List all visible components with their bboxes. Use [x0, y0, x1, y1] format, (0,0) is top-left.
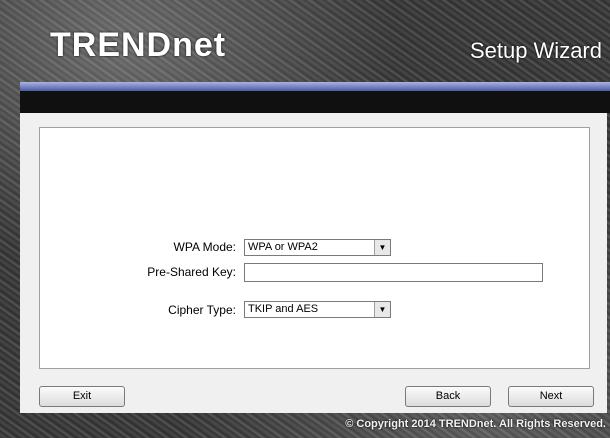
cipher-type-label: Cipher Type:: [168, 303, 236, 317]
back-button[interactable]: Back: [405, 386, 491, 407]
exit-button[interactable]: Exit: [39, 386, 125, 407]
chevron-down-icon[interactable]: ▼: [374, 302, 390, 317]
wpa-mode-select[interactable]: WPA or WPA2 ▼: [244, 239, 391, 256]
wpa-mode-value: WPA or WPA2: [248, 241, 318, 253]
cipher-type-select[interactable]: TKIP and AES ▼: [244, 301, 391, 318]
form-area: WPA Mode: WPA or WPA2 ▼ Pre-Shared Key: …: [39, 127, 590, 369]
wpa-mode-label: WPA Mode:: [173, 240, 236, 254]
trendnet-logo: TRENDnet: [50, 26, 227, 64]
copyright-text: © Copyright 2014 TRENDnet. All Rights Re…: [345, 418, 606, 430]
content-panel: WPA Mode: WPA or WPA2 ▼ Pre-Shared Key: …: [20, 113, 607, 413]
page-title: Setup Wizard: [469, 38, 602, 63]
psk-label: Pre-Shared Key:: [147, 265, 236, 279]
cipher-type-value: TKIP and AES: [248, 303, 319, 315]
next-button[interactable]: Next: [508, 386, 594, 407]
accent-bar: [20, 82, 610, 91]
psk-input[interactable]: [244, 263, 543, 282]
header-divider: [20, 91, 610, 113]
chevron-down-icon[interactable]: ▼: [374, 240, 390, 255]
header-banner: TRENDnet Setup Wizard: [20, 0, 610, 82]
